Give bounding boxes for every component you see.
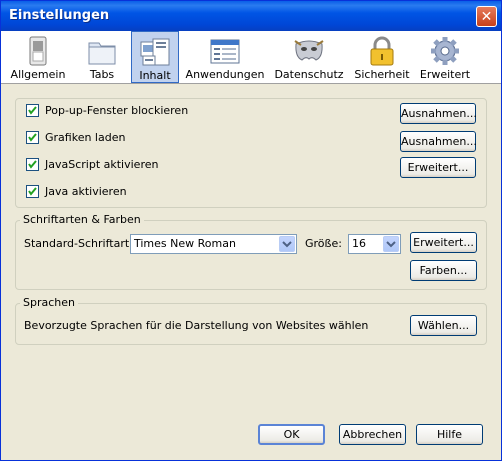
checkmark-icon xyxy=(28,133,37,142)
lock-icon xyxy=(370,36,394,66)
images-exceptions-button[interactable]: Ausnahmen... xyxy=(400,131,477,152)
fonts-colors-group: Schriftarten & Farben Standard-Schriftar… xyxy=(15,213,487,290)
javascript-checkbox-label: JavaScript aktivieren xyxy=(45,158,159,171)
java-checkbox-label: Java aktivieren xyxy=(45,185,127,198)
category-toolbar: Allgemein Tabs Inhalt Anwendungen Datens… xyxy=(1,31,501,84)
choose-languages-button[interactable]: Wählen... xyxy=(410,315,477,336)
font-size-select[interactable]: 16 xyxy=(348,234,401,254)
languages-description: Bevorzugte Sprachen für die Darstellung … xyxy=(24,319,369,332)
tab-label: Erweitert xyxy=(419,68,471,81)
cancel-button[interactable]: Abbrechen xyxy=(339,424,406,445)
popup-checkbox[interactable] xyxy=(26,104,39,117)
close-icon: ✕ xyxy=(480,9,493,25)
default-font-label: Standard-Schriftart: xyxy=(24,237,133,250)
checkmark-icon xyxy=(28,187,37,196)
chevron-down-icon[interactable] xyxy=(383,236,399,252)
ok-button[interactable]: OK xyxy=(258,424,325,445)
images-checkbox-label: Grafiken laden xyxy=(45,131,126,144)
font-size-label: Größe: xyxy=(305,237,342,250)
default-font-select[interactable]: Times New Roman xyxy=(130,234,297,254)
popup-checkbox-label: Pop-up-Fenster blockieren xyxy=(45,104,189,117)
javascript-checkbox[interactable] xyxy=(26,158,39,171)
tab-datenschutz[interactable]: Datenschutz xyxy=(271,31,347,83)
checkmark-icon xyxy=(28,160,37,169)
title-bar[interactable]: Einstellungen ✕ xyxy=(1,1,501,31)
font-size-value: 16 xyxy=(352,237,366,250)
tab-allgemein[interactable]: Allgemein xyxy=(9,31,67,83)
default-font-value: Times New Roman xyxy=(134,237,236,250)
tab-label: Anwendungen xyxy=(185,68,265,81)
languages-group: Sprachen Bevorzugte Sprachen für die Dar… xyxy=(15,296,487,345)
tab-label: Allgemein xyxy=(10,68,66,81)
tab-inhalt[interactable]: Inhalt xyxy=(131,31,179,83)
languages-group-title: Sprachen xyxy=(20,296,78,309)
content-group: Pop-up-Fenster blockieren Grafiken laden… xyxy=(15,98,487,208)
tab-label: Datenschutz xyxy=(274,68,344,81)
javascript-advanced-button[interactable]: Erweitert... xyxy=(400,157,476,178)
tab-label: Sicherheit xyxy=(354,68,410,81)
help-button[interactable]: Hilfe xyxy=(416,424,483,445)
close-button[interactable]: ✕ xyxy=(476,6,497,27)
mask-icon xyxy=(294,40,324,61)
tab-erweitert[interactable]: Erweitert xyxy=(417,31,473,83)
tab-label: Inhalt xyxy=(139,69,171,82)
tab-tabs[interactable]: Tabs xyxy=(77,31,127,83)
images-checkbox[interactable] xyxy=(26,131,39,144)
tab-anwendungen[interactable]: Anwendungen xyxy=(185,31,265,83)
folder-tabs-icon xyxy=(88,42,116,65)
tab-sicherheit[interactable]: Sicherheit xyxy=(353,31,411,83)
window-title: Einstellungen xyxy=(9,8,110,23)
switch-icon xyxy=(29,36,47,66)
tab-label: Tabs xyxy=(89,68,115,81)
java-checkbox[interactable] xyxy=(26,185,39,198)
colors-button[interactable]: Farben... xyxy=(410,260,477,281)
applications-icon xyxy=(210,39,240,64)
chevron-down-icon[interactable] xyxy=(279,236,295,252)
checkmark-icon xyxy=(28,106,37,115)
fonts-colors-group-title: Schriftarten & Farben xyxy=(20,213,144,226)
fonts-advanced-button[interactable]: Erweitert... xyxy=(410,232,477,253)
gear-icon xyxy=(431,37,459,65)
popup-exceptions-button[interactable]: Ausnahmen... xyxy=(400,103,477,124)
preferences-window: Einstellungen ✕ Allgemein Tabs Inhalt An… xyxy=(0,0,502,461)
content-icon xyxy=(140,38,170,66)
